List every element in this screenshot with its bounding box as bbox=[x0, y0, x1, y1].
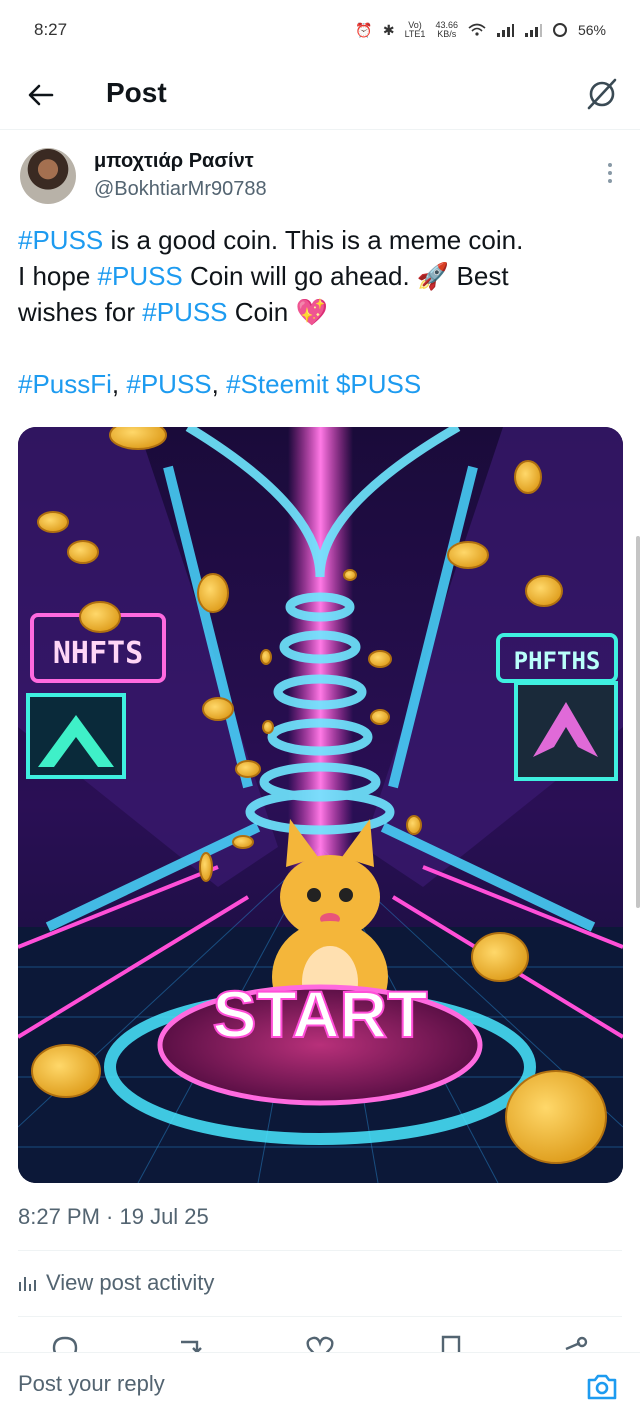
battery-level: 56% bbox=[577, 22, 606, 38]
wifi-icon bbox=[468, 23, 486, 36]
grok-icon bbox=[587, 78, 617, 110]
hashtag-link[interactable]: #PUSS bbox=[98, 261, 183, 291]
analytics-icon bbox=[19, 1277, 36, 1291]
camera-icon[interactable] bbox=[586, 1371, 618, 1403]
signal-icon-2 bbox=[524, 24, 542, 37]
bookmark-icon[interactable] bbox=[436, 1334, 466, 1352]
network-type: Vo) LTE1 bbox=[404, 20, 426, 39]
status-time: 8:27 bbox=[34, 20, 68, 39]
more-options-button[interactable] bbox=[600, 158, 620, 188]
sign-right-text: PHFTHS bbox=[514, 647, 601, 675]
post-tags-line: #PussFi, #PUSS, #Steemit $PUSS bbox=[18, 369, 422, 399]
post-line-1: #PUSS is a good coin. This is a meme coi… bbox=[18, 225, 524, 255]
divider bbox=[18, 1250, 622, 1251]
post-timestamp: 8:27 PM · 19 Jul 25 bbox=[18, 1204, 209, 1229]
share-icon[interactable] bbox=[560, 1334, 590, 1352]
hashtag-link[interactable]: #PussFi bbox=[18, 369, 112, 399]
hashtag-link[interactable]: #Steemit bbox=[226, 369, 329, 399]
author-display-name[interactable]: μποχτιάρ Ρασίντ bbox=[94, 150, 254, 173]
battery-icon bbox=[552, 23, 567, 37]
network-speed: 43.66 KB/s bbox=[435, 20, 458, 39]
status-icons: ⏰ ✱ Vo) LTE1 43.66 KB/s 56% bbox=[355, 21, 606, 39]
post-text: #PUSS is a good coin. This is a meme coi… bbox=[18, 222, 618, 402]
cashtag-link[interactable]: $PUSS bbox=[336, 369, 421, 399]
view-post-activity-label: View post activity bbox=[46, 1270, 215, 1295]
start-label: START bbox=[212, 977, 427, 1051]
signal-icon bbox=[496, 24, 514, 37]
scrollbar[interactable] bbox=[636, 536, 640, 908]
divider bbox=[18, 1316, 622, 1317]
alarm-icon: ⏰ bbox=[355, 21, 373, 38]
arrow-left-icon bbox=[28, 84, 54, 106]
reply-input[interactable]: Post your reply bbox=[18, 1371, 165, 1397]
post-actions-bar bbox=[0, 1330, 640, 1352]
page-title: Post bbox=[106, 77, 167, 108]
avatar[interactable] bbox=[20, 148, 76, 204]
reply-icon[interactable] bbox=[50, 1334, 80, 1352]
post-image[interactable]: NHFTS PHFTHS START bbox=[18, 427, 623, 1183]
back-button[interactable] bbox=[22, 76, 60, 114]
repost-icon[interactable] bbox=[175, 1334, 205, 1352]
like-icon[interactable] bbox=[305, 1334, 335, 1352]
game-artwork: NHFTS PHFTHS START bbox=[18, 427, 623, 1183]
post-author: μποχτιάρ Ρασίντ @BokhtiarMr90788 bbox=[20, 148, 620, 210]
sign-left-text: NHFTS bbox=[53, 636, 143, 671]
post-line-2: I hope #PUSS Coin will go ahead. 🚀 Best bbox=[18, 261, 509, 291]
hashtag-link[interactable]: #PUSS bbox=[126, 369, 211, 399]
top-bar: Post bbox=[0, 60, 640, 130]
hashtag-link[interactable]: #PUSS bbox=[18, 225, 103, 255]
bluetooth-icon: ✱ bbox=[382, 21, 395, 38]
author-handle[interactable]: @BokhtiarMr90788 bbox=[94, 178, 267, 201]
grok-button[interactable] bbox=[582, 74, 622, 114]
reply-bar: Post your reply bbox=[0, 1352, 640, 1423]
post-line-3: wishes for #PUSS Coin 💖 bbox=[18, 297, 328, 327]
view-post-activity-link[interactable]: View post activity bbox=[18, 1270, 214, 1296]
hashtag-link[interactable]: #PUSS bbox=[142, 297, 227, 327]
status-bar: 8:27 ⏰ ✱ Vo) LTE1 43.66 KB/s 56% bbox=[0, 0, 640, 60]
